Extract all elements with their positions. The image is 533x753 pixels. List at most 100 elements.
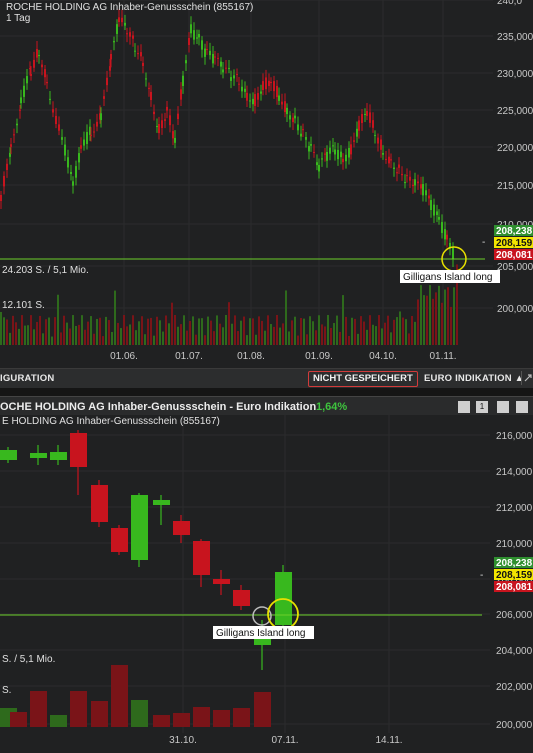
euro-indication-candlestick-chart[interactable]: 216,000214,000212,000210,000208,000206,0… [0, 415, 533, 753]
candle-body [433, 204, 435, 216]
candle-body [420, 184, 422, 189]
chart-title: ROCHE HOLDING AG Inhaber-Genussschein (8… [6, 2, 254, 13]
candle-body [177, 113, 179, 120]
maximize-icon[interactable] [516, 401, 528, 413]
candle-body [398, 164, 400, 168]
volume-bar [213, 710, 230, 727]
candle-body [310, 144, 312, 146]
checkbox-icon[interactable] [458, 401, 470, 413]
volume-bar [333, 323, 335, 345]
candle-body [356, 128, 358, 137]
candle-body [313, 151, 315, 153]
intraday-chart-panel[interactable]: 216,000 214,000 212,000 210,000 208,000 206,0… [0, 415, 533, 753]
volume-bar [342, 295, 344, 345]
candle-body [385, 158, 387, 160]
candle-body [422, 184, 424, 196]
annotation-label: Gilligans Island long [403, 272, 493, 283]
candle-body [297, 124, 299, 131]
volume-bar [30, 315, 32, 345]
candle-body [425, 190, 427, 196]
volume-bar [216, 315, 218, 345]
volume-bar [153, 335, 155, 345]
window-number-icon[interactable]: 1 [476, 401, 488, 413]
volume-bar [30, 691, 47, 727]
candle-body [220, 61, 222, 67]
daily-chart-panel[interactable]: 240,0 235,000 230,000 225,000 220,000 215,000… [0, 0, 533, 368]
chart-interval: 1 Tag [6, 13, 31, 24]
volume-bar [420, 285, 422, 345]
candle-body [438, 217, 440, 220]
volume-bar [138, 321, 140, 345]
candle-body [132, 35, 134, 39]
volume-scale-label: S. [2, 685, 12, 696]
volume-bar [183, 315, 185, 345]
volume-bar [72, 315, 74, 345]
volume-bar [0, 312, 2, 345]
candle-body [393, 167, 395, 169]
volume-bar [189, 320, 191, 345]
candle-body [404, 182, 406, 184]
volume-bar [435, 292, 437, 345]
candle-body [377, 137, 379, 144]
candle-body [204, 48, 206, 57]
date-axis-label: 31.10. [169, 735, 197, 746]
date-axis-label: 01.08. [237, 351, 265, 362]
volume-bar [66, 322, 68, 345]
volume-bar [33, 329, 35, 345]
configuration-menu[interactable]: IGURATION [0, 373, 54, 384]
volume-bar [87, 321, 89, 345]
volume-bar [396, 317, 398, 345]
candle-body [214, 56, 216, 58]
price-tag-bid-text: 208,238 [496, 558, 533, 569]
volume-bar [69, 328, 71, 345]
date-axis-label: 01.06. [110, 351, 138, 362]
volume-bar [372, 324, 374, 345]
volume-bar [150, 317, 152, 345]
volume-bar [408, 333, 410, 345]
candle-body [121, 17, 123, 23]
daily-candlestick-chart[interactable]: 240,0 235,000 230,000 225,000 220,000 215,000… [0, 0, 533, 368]
volume-bar [330, 327, 332, 345]
candle-body [446, 234, 448, 240]
not-saved-badge[interactable]: NICHT GESPEICHERT [308, 371, 418, 387]
volume-bar [249, 318, 251, 345]
candle-body [38, 55, 40, 57]
candle-body [61, 137, 63, 140]
volume-bar [450, 306, 452, 345]
volume-bar [21, 315, 23, 345]
volume-bar [120, 328, 122, 345]
price-tag-last-text: 208,159 [496, 570, 533, 581]
volume-bar [207, 316, 209, 345]
volume-bar [432, 298, 434, 345]
candle-body [20, 97, 22, 104]
volume-bar [309, 316, 311, 345]
volume-bar [48, 317, 50, 345]
candle-body [30, 453, 47, 458]
candle-body [0, 195, 2, 201]
date-axis-label: 01.09. [305, 351, 333, 362]
volume-bar [180, 324, 182, 345]
price-axis-label: 216,000 [496, 431, 533, 442]
volume-bar [375, 326, 377, 345]
panel-divider [0, 388, 533, 396]
price-axis-label: 202,000 [496, 682, 533, 693]
expand-icon[interactable] [521, 371, 533, 385]
candle-body [75, 166, 77, 178]
candle-body [254, 94, 256, 106]
euro-indication-dropdown[interactable]: EURO INDIKATION ▲ [424, 373, 524, 384]
candle-body [366, 110, 368, 116]
candle-body [257, 93, 259, 100]
candle-body [276, 85, 278, 98]
candle-body [342, 158, 344, 163]
candle-body [249, 100, 251, 102]
candle-body [164, 119, 166, 121]
candle-body [33, 59, 35, 68]
candle-body [222, 69, 224, 73]
candle-body [129, 32, 131, 37]
price-axis-label: 205,000 [497, 262, 533, 273]
candle-body [369, 112, 371, 123]
volume-bar [39, 315, 41, 345]
restore-icon[interactable] [497, 401, 509, 413]
volume-bar [3, 317, 5, 345]
volume-bar [42, 333, 44, 345]
